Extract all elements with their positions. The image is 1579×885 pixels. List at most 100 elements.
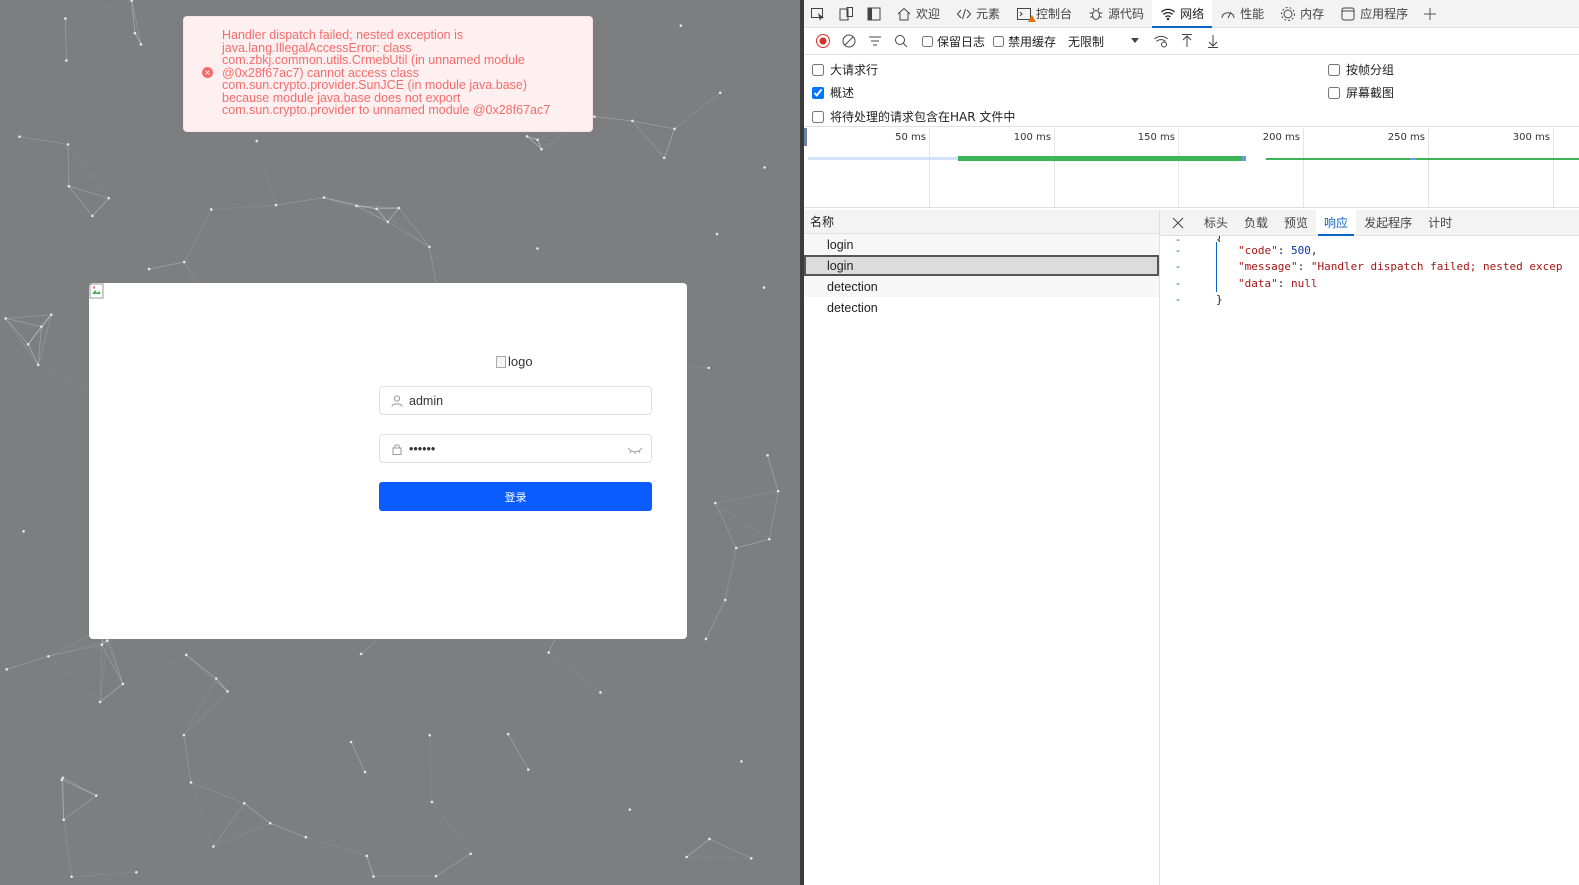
response-body[interactable]: -{ - "code": 500, - "message": "Handler … (1160, 236, 1579, 308)
disable-cache-checkbox[interactable]: 禁用缓存 (993, 33, 1056, 50)
network-dot (4, 317, 7, 320)
tab-preview[interactable]: 预览 (1276, 210, 1316, 236)
network-line (275, 197, 324, 206)
error-message-toast: × Handler dispatch failed; nested except… (183, 16, 593, 132)
disable-cache-input[interactable] (993, 35, 1005, 47)
network-line (67, 144, 70, 187)
network-dot (91, 214, 94, 218)
tab-welcome[interactable]: 欢迎 (888, 0, 948, 27)
eye-closed-icon[interactable] (627, 444, 643, 456)
request-row[interactable]: login (804, 255, 1159, 276)
tab-sources[interactable]: 源代码 (1080, 0, 1152, 27)
network-line (48, 655, 101, 703)
tab-console[interactable]: 控制台 (1008, 0, 1080, 27)
network-line (663, 128, 675, 159)
code-line: - "message": "Handler dispatch failed; n… (1174, 258, 1563, 275)
network-line (131, 0, 142, 45)
username-field[interactable] (379, 386, 652, 415)
network-overview-timeline[interactable]: 50 ms 100 ms 150 ms 200 ms 250 ms 300 ms (804, 128, 1579, 208)
password-field[interactable] (379, 434, 652, 463)
timeline-gridline (1428, 128, 1429, 207)
network-line (68, 185, 109, 199)
tab-payload[interactable]: 负载 (1236, 210, 1276, 236)
har-input[interactable] (812, 110, 824, 123)
group-by-frame-input[interactable] (1328, 63, 1340, 76)
group-by-frame-checkbox[interactable]: 按帧分组 (1328, 61, 1394, 78)
network-line (19, 136, 69, 145)
export-har-icon[interactable] (1200, 30, 1226, 52)
screenshots-input[interactable] (1328, 86, 1340, 99)
network-dot (94, 794, 98, 797)
network-dot (212, 845, 215, 848)
throttling-select[interactable]: 无限制 (1068, 33, 1140, 50)
bug-icon (1089, 7, 1103, 20)
tab-initiator[interactable]: 发起程序 (1356, 210, 1420, 236)
tab-memory[interactable]: 内存 (1272, 0, 1332, 27)
network-dot (98, 700, 102, 704)
network-dot (749, 857, 753, 860)
network-line (92, 197, 110, 217)
network-dot (18, 135, 21, 138)
network-dot (679, 24, 683, 27)
tab-network[interactable]: 网络 (1152, 0, 1213, 28)
timeline-request-bar (1410, 158, 1416, 160)
tab-response[interactable]: 响应 (1316, 210, 1357, 236)
timeline-gridline (1553, 128, 1554, 207)
username-input[interactable] (409, 393, 609, 408)
preserve-log-input[interactable] (922, 35, 933, 47)
dock-side-icon[interactable] (860, 0, 888, 27)
request-list: 名称 login login detection detection (804, 210, 1160, 885)
request-row[interactable]: detection (804, 276, 1159, 297)
network-line (48, 640, 108, 657)
har-checkbox[interactable]: 将待处理的请求包含在HAR 文件中 (812, 108, 1015, 125)
login-button[interactable]: 登录 (379, 482, 652, 511)
clear-icon[interactable] (836, 30, 862, 52)
password-input[interactable] (409, 441, 609, 456)
code-icon (956, 8, 972, 19)
tab-application[interactable]: 应用程序 (1332, 0, 1416, 27)
record-icon[interactable] (810, 30, 836, 52)
network-dot (133, 31, 137, 35)
large-rows-checkbox[interactable]: 大请求行 (812, 61, 878, 78)
timeline-label: 300 ms (1512, 132, 1550, 143)
timeline-gridline (1178, 128, 1179, 207)
filter-icon[interactable] (862, 30, 888, 52)
close-icon[interactable] (1160, 217, 1196, 229)
inspect-element-icon[interactable] (804, 0, 832, 27)
network-dot (704, 637, 708, 641)
search-icon[interactable] (888, 30, 914, 52)
overview-input[interactable] (812, 86, 824, 99)
network-line (5, 314, 52, 319)
overview-checkbox[interactable]: 概述 (812, 84, 854, 101)
network-conditions-icon[interactable] (1148, 30, 1174, 52)
error-circle-icon: × (202, 67, 213, 78)
timeline-request-bar (808, 157, 958, 160)
network-line (183, 691, 228, 736)
devtools-tabbar: 欢迎 元素 控制台 源代码 网络 性能 内存 应用程序 (804, 0, 1579, 28)
network-line (398, 207, 430, 248)
network-dot (662, 156, 666, 160)
network-dot (714, 501, 717, 505)
device-toolbar-icon[interactable] (832, 0, 860, 27)
network-dot (707, 366, 711, 370)
tab-timing[interactable]: 计时 (1420, 210, 1460, 236)
screenshots-checkbox[interactable]: 屏幕截图 (1328, 84, 1394, 101)
large-rows-input[interactable] (812, 63, 824, 76)
import-har-icon[interactable] (1174, 30, 1200, 52)
network-dot (67, 184, 71, 188)
warning-icon (1028, 15, 1037, 22)
tab-elements[interactable]: 元素 (948, 0, 1008, 27)
network-dot (304, 835, 308, 839)
request-row[interactable]: login (804, 234, 1159, 255)
request-row[interactable]: detection (804, 297, 1159, 318)
network-line (190, 782, 214, 847)
network-line (185, 654, 228, 692)
network-line (183, 734, 192, 783)
logo-image: logo (496, 354, 533, 369)
add-tab-icon[interactable] (1416, 0, 1444, 27)
name-column-header[interactable]: 名称 (804, 210, 1159, 234)
network-dot (274, 203, 278, 207)
tab-headers[interactable]: 标头 (1196, 210, 1236, 236)
preserve-log-checkbox[interactable]: 保留日志 (922, 33, 985, 50)
tab-performance[interactable]: 性能 (1212, 0, 1272, 27)
